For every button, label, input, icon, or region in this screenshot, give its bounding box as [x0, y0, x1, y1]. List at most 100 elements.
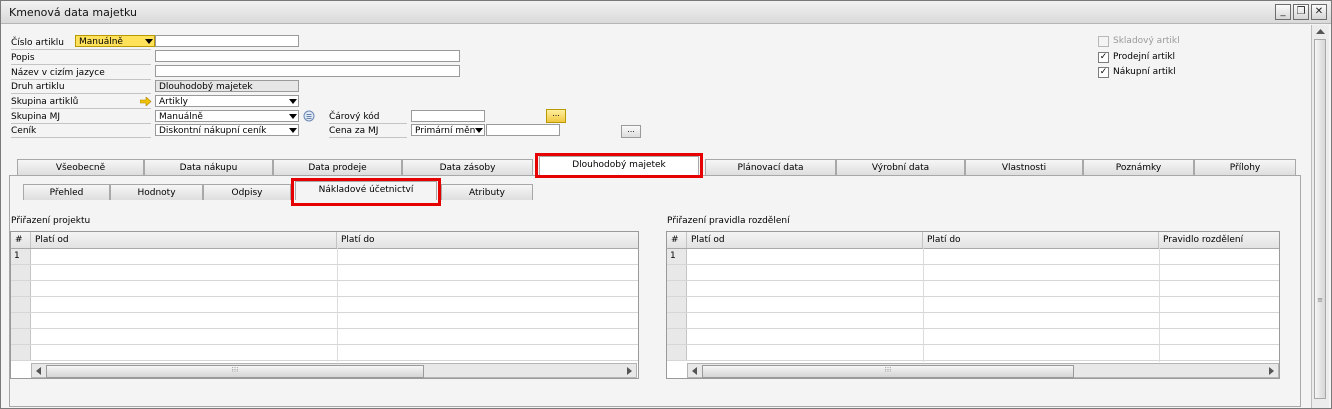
chevron-down-icon — [289, 99, 297, 104]
inventory-item-checkbox — [1098, 36, 1109, 47]
sales-item-checkbox[interactable]: ✓ — [1098, 52, 1109, 63]
project-grid: # Platí od Platí do 1 — [10, 231, 639, 379]
item-type-label: Druh artiklu — [11, 82, 65, 92]
scroll-left-icon[interactable] — [36, 367, 41, 375]
table-row[interactable] — [11, 329, 638, 345]
distribution-grid-hscrollbar[interactable]: ⁝⁝⁝ — [687, 363, 1279, 378]
table-row[interactable] — [667, 313, 1279, 329]
column-header[interactable]: Platí do — [337, 232, 638, 248]
foreign-name-input[interactable] — [155, 65, 460, 77]
table-row[interactable] — [11, 265, 638, 281]
table-row[interactable] — [11, 313, 638, 329]
window-title: Kmenová data majetku — [9, 6, 138, 19]
table-row[interactable] — [667, 297, 1279, 313]
subtab-depreciation[interactable]: Odpisy — [203, 184, 291, 200]
table-row[interactable] — [11, 297, 638, 313]
subtab-attributes[interactable]: Atributy — [441, 184, 533, 200]
scroll-right-icon[interactable] — [1269, 367, 1274, 375]
row-number — [667, 329, 687, 344]
table-row[interactable]: 1 — [667, 249, 1279, 265]
project-grid-hscrollbar[interactable]: ⁝⁝⁝ — [31, 363, 637, 378]
window-vscrollbar[interactable]: ≡ — [1311, 25, 1329, 408]
unit-price-input[interactable] — [486, 124, 560, 136]
scroll-right-icon[interactable] — [627, 367, 632, 375]
price-list-dropdown[interactable]: Diskontní nákupní ceník — [155, 124, 299, 136]
divider — [11, 49, 151, 50]
barcode-more-button[interactable]: ... — [546, 109, 566, 123]
foreign-name-label: Název v cizím jazyce — [11, 68, 105, 78]
subtab-overview[interactable]: Přehled — [23, 184, 110, 200]
tab-general[interactable]: Všeobecně — [17, 159, 144, 175]
distribution-grid-title: Přiřazení pravidla rozdělení — [667, 216, 790, 226]
row-number — [667, 281, 687, 296]
divider — [329, 123, 407, 124]
table-row[interactable] — [11, 345, 638, 361]
scrollbar-thumb[interactable]: ⁝⁝⁝ — [46, 365, 424, 378]
item-group-dropdown[interactable]: Artikly — [155, 95, 299, 107]
currency-value: Primární měn — [415, 126, 476, 136]
tab-purchasing[interactable]: Data nákupu — [144, 159, 273, 175]
uom-group-label: Skupina MJ — [11, 112, 61, 122]
unit-price-more-button[interactable]: ... — [621, 125, 641, 138]
barcode-input[interactable] — [411, 110, 485, 122]
title-bar: Kmenová data majetku _ ❐ ✕ — [1, 1, 1331, 24]
tab-remarks[interactable]: Poznámky — [1083, 159, 1194, 175]
table-row[interactable] — [667, 329, 1279, 345]
item-master-window: Kmenová data majetku _ ❐ ✕ Číslo artiklu… — [0, 0, 1332, 409]
restore-icon[interactable]: ❐ — [1293, 4, 1309, 20]
column-header[interactable]: Platí od — [687, 232, 923, 248]
column-header[interactable]: # — [667, 232, 687, 248]
divider — [11, 93, 151, 94]
tab-fixed-asset[interactable]: Dlouhodobý majetek — [539, 156, 699, 175]
table-row[interactable] — [667, 345, 1279, 361]
tab-production[interactable]: Výrobní data — [836, 159, 965, 175]
more-button-label: ... — [627, 125, 635, 134]
subtab-cost-accounting[interactable]: Nákladové účetnictví — [295, 181, 437, 200]
uom-group-dropdown[interactable]: Manuálně — [155, 110, 299, 122]
divider — [11, 137, 151, 138]
uom-info-icon[interactable] — [303, 110, 315, 122]
item-number-label: Číslo artiklu — [11, 38, 65, 48]
scroll-up-icon[interactable] — [1316, 29, 1325, 35]
table-row[interactable] — [667, 265, 1279, 281]
divider — [11, 123, 151, 124]
more-button-label: ... — [552, 109, 560, 118]
table-row[interactable]: 1 — [11, 249, 638, 265]
scrollbar-thumb[interactable]: ⁝⁝⁝ — [702, 365, 1074, 378]
link-arrow-icon[interactable] — [140, 97, 152, 106]
column-header[interactable]: Platí do — [923, 232, 1159, 248]
divider — [11, 79, 151, 80]
column-header[interactable]: # — [11, 232, 31, 248]
subtab-values[interactable]: Hodnoty — [110, 184, 203, 200]
series-dropdown[interactable]: Manuálně — [75, 35, 155, 47]
table-row[interactable] — [667, 281, 1279, 297]
row-number — [11, 329, 31, 344]
barcode-label: Čárový kód — [329, 112, 380, 122]
chevron-down-icon — [289, 114, 297, 119]
scroll-left-icon[interactable] — [692, 367, 697, 375]
item-number-input[interactable] — [155, 35, 299, 47]
currency-dropdown[interactable]: Primární měn — [411, 124, 485, 136]
column-header[interactable]: Pravidlo rozdělení — [1159, 232, 1279, 248]
tab-sales[interactable]: Data prodeje — [273, 159, 402, 175]
tab-inventory[interactable]: Data zásoby — [402, 159, 533, 175]
project-grid-header: # Platí od Platí do — [11, 232, 638, 249]
project-grid-title: Přiřazení projektu — [11, 216, 91, 226]
divider — [11, 64, 151, 65]
column-header[interactable]: Platí od — [31, 232, 337, 248]
description-input[interactable] — [155, 50, 460, 62]
row-number — [667, 265, 687, 280]
row-number: 1 — [11, 249, 31, 264]
tab-planning[interactable]: Plánovací data — [705, 159, 836, 175]
table-row[interactable] — [11, 281, 638, 297]
scrollbar-thumb[interactable]: ≡ — [1314, 39, 1326, 399]
purchase-item-checkbox[interactable]: ✓ — [1098, 67, 1109, 78]
distribution-grid-header: # Platí od Platí do Pravidlo rozdělení — [667, 232, 1279, 249]
inventory-item-label: Skladový artikl — [1113, 36, 1180, 46]
purchase-item-label: Nákupní artikl — [1113, 67, 1176, 77]
item-group-label: Skupina artiklů — [11, 97, 79, 107]
tab-properties[interactable]: Vlastnosti — [965, 159, 1083, 175]
close-icon[interactable]: ✕ — [1311, 4, 1327, 20]
minimize-icon[interactable]: _ — [1275, 4, 1291, 20]
tab-attachments[interactable]: Přílohy — [1194, 159, 1296, 175]
